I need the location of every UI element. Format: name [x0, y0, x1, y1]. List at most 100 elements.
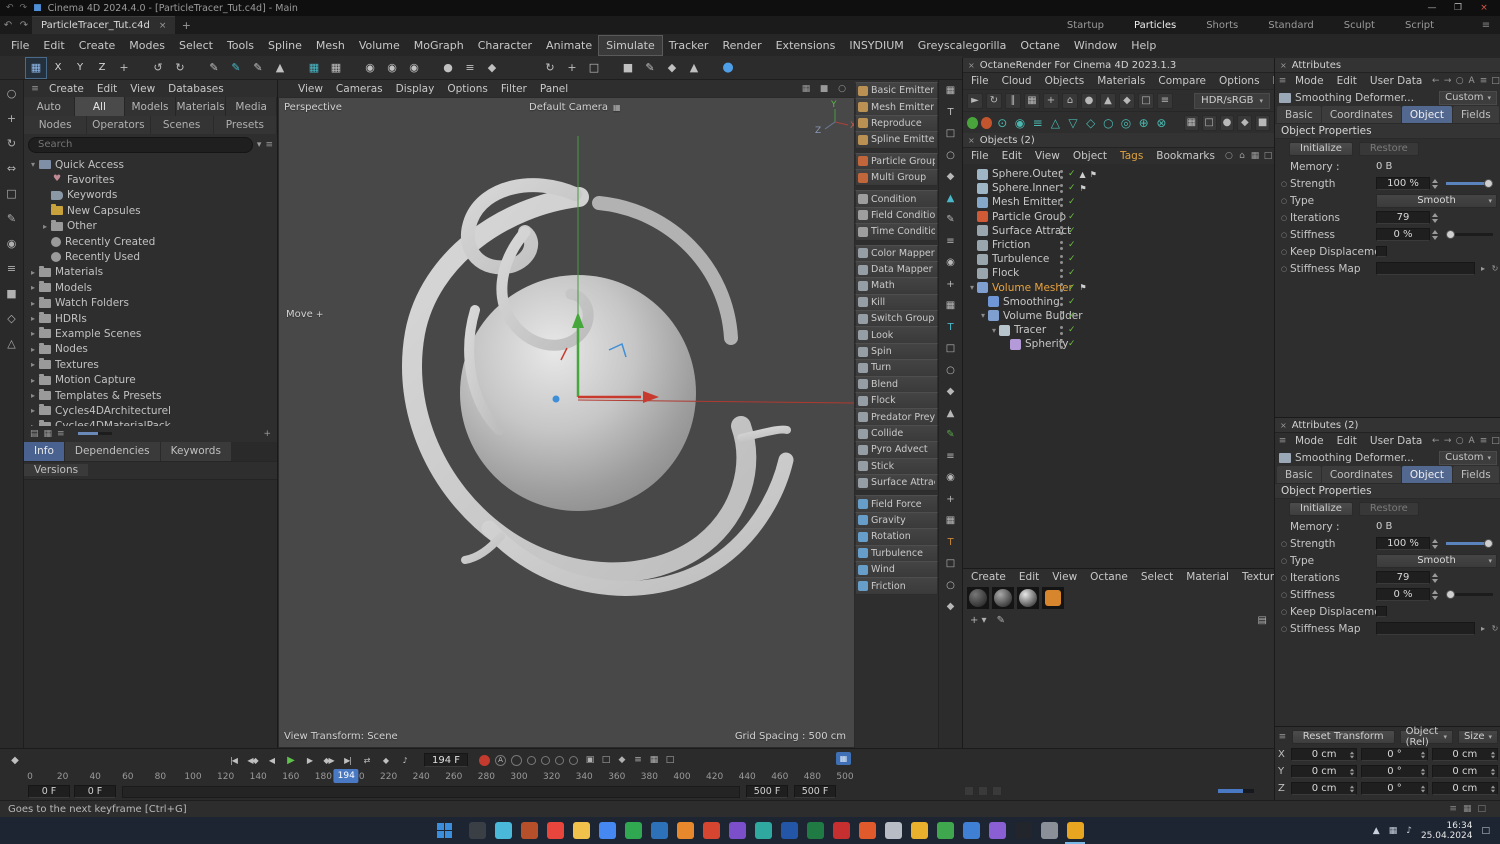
stepper[interactable]	[1490, 751, 1496, 758]
font-icon[interactable]: A	[1466, 436, 1477, 446]
stepper[interactable]	[1420, 768, 1425, 775]
anim-dot-icon[interactable]: ○	[1281, 557, 1290, 565]
range-start-field-2[interactable]: 0 F	[74, 785, 116, 798]
visibility-dots-icon[interactable]	[1059, 325, 1064, 336]
filter-icon[interactable]: ▾	[257, 140, 262, 150]
menu-file[interactable]: File	[4, 36, 36, 55]
asset-tree-item-materials[interactable]: ▸ Materials	[24, 265, 277, 280]
stepper-down-icon[interactable]	[1490, 755, 1496, 758]
stepper-up-icon[interactable]	[1420, 768, 1425, 771]
menu-octane[interactable]: Octane	[1013, 36, 1067, 55]
stepper[interactable]	[1432, 589, 1438, 600]
asset-subtab-presets[interactable]: Presets	[213, 116, 277, 134]
particle-op-blend[interactable]: Blend	[855, 375, 938, 394]
attr-menu-user-data[interactable]: User Data	[1364, 433, 1428, 449]
particle-op-multi-group[interactable]: Multi Group	[855, 168, 938, 187]
bottom-tab-dependencies[interactable]: Dependencies	[64, 441, 160, 461]
axis-tool-icon[interactable]: △	[3, 334, 21, 352]
viewport-3d-scene[interactable]: Y X Z	[279, 98, 854, 747]
taskbar-app-icon-16[interactable]	[880, 817, 906, 844]
stepper-up-icon[interactable]	[1432, 229, 1438, 234]
brush-tool-icon[interactable]: ✎	[204, 58, 224, 78]
active-camera-label[interactable]: Default Camera ▦	[529, 102, 621, 113]
layout-shorts[interactable]: Shorts	[1206, 20, 1238, 31]
octane-render-icon[interactable]: ►	[967, 92, 983, 109]
attr-menu-mode[interactable]: Mode	[1289, 433, 1330, 449]
particle-op-pyro-advect[interactable]: Pyro Advect	[855, 441, 938, 459]
taskbar-app-icon-2[interactable]	[516, 817, 542, 844]
stepper-down-icon[interactable]	[1420, 755, 1425, 758]
type-dropdown[interactable]: Smooth ▾	[1376, 193, 1497, 208]
sound-toggle-button[interactable]: ♪	[396, 752, 413, 768]
menu-modes[interactable]: Modes	[122, 36, 172, 55]
palette-icon-12[interactable]: □	[942, 340, 959, 357]
render-view-icon[interactable]: ◉	[360, 58, 380, 78]
attr-tab-basic[interactable]: Basic	[1277, 466, 1321, 483]
start-button[interactable]	[424, 817, 464, 844]
asset-tree-item-models[interactable]: ▸ Models	[24, 280, 277, 295]
particle-op-field-force[interactable]: Field Force	[855, 495, 938, 513]
stepper-down-icon[interactable]	[1350, 772, 1355, 775]
move-tool-icon[interactable]: +	[3, 109, 21, 127]
particle-op-math[interactable]: Math	[855, 277, 938, 295]
magnet-tool-icon[interactable]: ▲	[270, 58, 290, 78]
layout-startup[interactable]: Startup	[1067, 20, 1104, 31]
object-item-surface-attract[interactable]: Surface Attract ✓	[963, 224, 1274, 238]
material-menu-material[interactable]: Material	[1180, 569, 1235, 585]
particle-op-gravity[interactable]: Gravity	[855, 511, 938, 530]
viewport-menu-panel[interactable]: Panel	[534, 81, 574, 97]
slider[interactable]	[1446, 590, 1493, 599]
value-field[interactable]: 0 %	[1376, 588, 1430, 601]
expander-icon[interactable]: ▸	[28, 345, 38, 354]
expander-icon[interactable]: ▾	[967, 283, 977, 292]
asset-tree-item-textures[interactable]: ▸ Textures	[24, 357, 277, 372]
octane-live-viewer-icon[interactable]: ●	[718, 58, 738, 78]
range-end-field[interactable]: 500 F	[746, 785, 788, 798]
camera-icon[interactable]: ▦	[613, 103, 621, 112]
layout-script[interactable]: Script	[1405, 20, 1434, 31]
loop-button[interactable]: ⇄	[358, 752, 375, 768]
taskbar-app-icon-3[interactable]	[542, 817, 568, 844]
range-end-field-2[interactable]: 500 F	[794, 785, 836, 798]
palette-icon-7[interactable]: ≡	[942, 233, 959, 250]
menu-character[interactable]: Character	[471, 36, 539, 55]
menu-render[interactable]: Render	[715, 36, 768, 55]
burger-icon[interactable]: ≡	[1277, 76, 1288, 86]
config-icon[interactable]: ≡	[1478, 76, 1489, 86]
timeline-layout-icon[interactable]	[992, 786, 1002, 796]
stepper[interactable]	[1420, 751, 1425, 758]
expander-icon[interactable]: ▸	[28, 376, 38, 385]
asset-menu-edit[interactable]: Edit	[91, 81, 123, 97]
asset-subtab-nodes[interactable]: Nodes	[24, 116, 88, 134]
material-menu-view[interactable]: View	[1046, 569, 1083, 585]
anim-dot-icon[interactable]: ○	[1281, 180, 1290, 188]
menu-help[interactable]: Help	[1124, 36, 1163, 55]
menu-select[interactable]: Select	[172, 36, 220, 55]
timeline-option-icon-0[interactable]: ▣	[583, 753, 597, 767]
enabled-check-icon[interactable]: ✓	[1068, 226, 1076, 236]
expander-icon[interactable]: ▸	[28, 406, 38, 415]
asset-subtab-scenes[interactable]: Scenes	[150, 116, 214, 134]
object-item-particle-group[interactable]: Particle Group ✓	[963, 210, 1274, 224]
coordinate-mode-dropdown[interactable]: Object (Rel) ▾	[1399, 726, 1453, 748]
anim-dot-icon[interactable]: ○	[1281, 214, 1290, 222]
flag-tag-icon[interactable]: ⚑	[1080, 184, 1087, 193]
palette-icon-17[interactable]: ≡	[942, 448, 959, 465]
initialize-button[interactable]: Initialize	[1289, 501, 1353, 516]
enabled-check-icon[interactable]: ✓	[1068, 212, 1076, 222]
anim-dot-icon[interactable]: ○	[1281, 248, 1290, 256]
new-tab-button[interactable]: +	[175, 19, 197, 32]
palette-icon-6[interactable]: ✎	[942, 211, 959, 228]
layout-particles[interactable]: Particles	[1134, 20, 1176, 31]
taskbar-app-icon-9[interactable]	[698, 817, 724, 844]
menu-tools[interactable]: Tools	[220, 36, 261, 55]
record-button[interactable]	[479, 754, 490, 766]
range-start-field[interactable]: 0 F	[28, 785, 70, 798]
stepper-down-icon[interactable]	[1350, 789, 1355, 792]
node-editor-icon[interactable]: ≡	[460, 58, 480, 78]
prev-frame-button[interactable]: ◀	[263, 752, 280, 768]
close-icon[interactable]: ×	[968, 61, 975, 70]
map-refresh-icon[interactable]: ↻	[1489, 264, 1500, 273]
octane-kernel-icon-1[interactable]: ◉	[1013, 115, 1028, 131]
set-keyframe-icon[interactable]: ◆	[6, 752, 23, 768]
